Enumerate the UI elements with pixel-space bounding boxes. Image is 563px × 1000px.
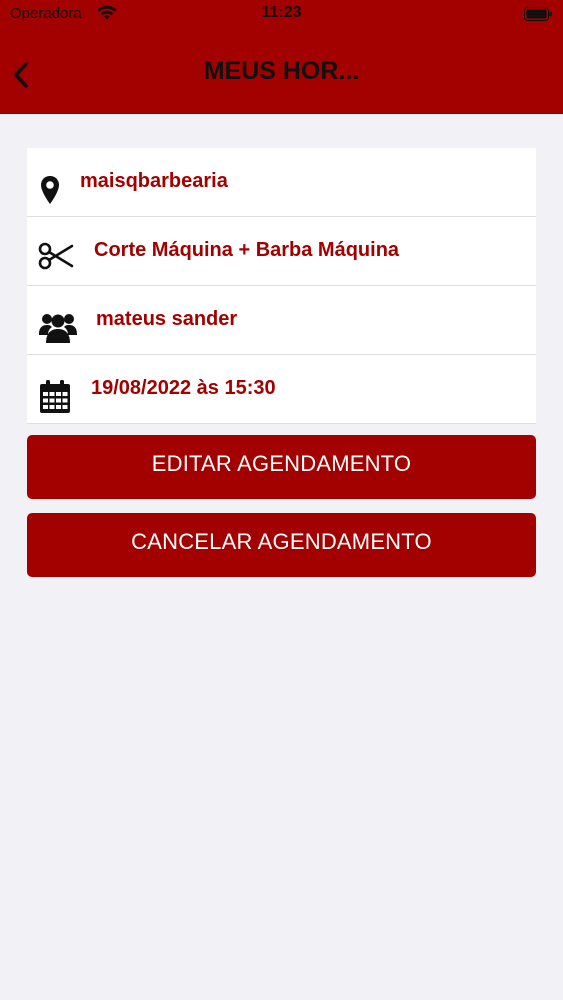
shop-row: maisqbarbearia	[27, 148, 536, 217]
professional-row: mateus sander	[27, 286, 536, 355]
location-pin-icon	[39, 174, 61, 206]
clock: 11:23	[261, 4, 302, 21]
service-name: Corte Máquina + Barba Máquina	[94, 239, 400, 261]
app-header: Operadora 11:23 MEUS HOR...	[0, 0, 563, 114]
edit-appointment-button[interactable]: EDITAR AGENDAMENTO	[27, 435, 536, 499]
page-title: MEUS HOR...	[203, 57, 360, 85]
datetime-row: 19/08/2022 às 15:30	[27, 355, 536, 424]
status-bar: Operadora 11:23	[0, 0, 563, 30]
shop-name: maisqbarbearia	[80, 170, 228, 192]
professional-name: mateus sander	[96, 308, 238, 330]
navigation-bar: MEUS HOR...	[0, 40, 563, 110]
calendar-icon	[39, 379, 71, 415]
users-icon	[39, 310, 77, 344]
service-row: Corte Máquina + Barba Máquina	[27, 217, 536, 286]
appointment-datetime: 19/08/2022 às 15:30	[91, 377, 276, 399]
cancel-appointment-button[interactable]: CANCELAR AGENDAMENTO	[27, 513, 536, 577]
edit-appointment-label: EDITAR AGENDAMENTO	[151, 451, 412, 476]
cancel-appointment-label: CANCELAR AGENDAMENTO	[131, 529, 432, 554]
scissors-icon	[38, 241, 74, 271]
appointment-details-card: maisqbarbearia Corte Máquina + Barba Máq…	[27, 148, 536, 424]
battery-icon	[524, 7, 552, 21]
